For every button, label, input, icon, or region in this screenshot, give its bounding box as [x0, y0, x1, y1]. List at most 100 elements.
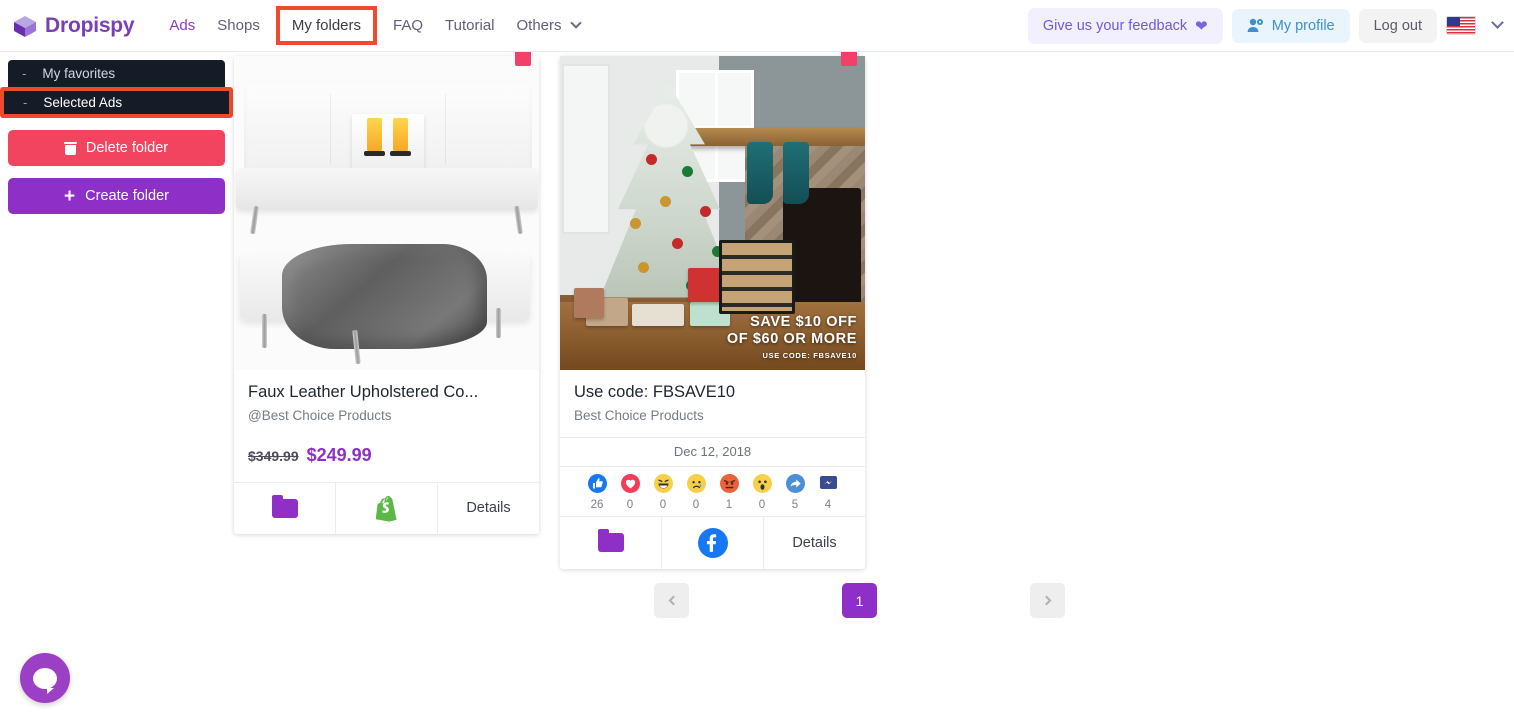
logout-button[interactable]: Log out	[1359, 9, 1437, 43]
bullet-dash: -	[23, 95, 27, 110]
chevron-down-icon	[570, 17, 581, 28]
ad-image-overlay: SAVE $10 OFF OF $60 OR MORE USE CODE: FB…	[727, 314, 857, 360]
logout-label: Log out	[1374, 18, 1422, 34]
chat-bubble-icon	[33, 668, 57, 689]
delete-folder-label: Delete folder	[86, 140, 168, 156]
christmas-illustration: SAVE $10 OFF OF $60 OR MORE USE CODE: FB…	[560, 56, 865, 370]
plus-icon: +	[64, 187, 75, 206]
user-gear-icon	[1247, 18, 1264, 33]
language-chevron-down-icon[interactable]	[1491, 16, 1504, 29]
app-header: Dropispy Ads Shops My folders FAQ Tutori…	[0, 0, 1514, 52]
shopify-link-button[interactable]	[335, 483, 437, 534]
comment-icon	[812, 474, 845, 497]
folder-icon	[598, 533, 624, 552]
share-count: 5	[779, 499, 812, 511]
header-actions: Give us your feedback ❤ My profile Log o…	[1028, 8, 1502, 44]
reaction-angry: 1	[713, 474, 746, 511]
product-image[interactable]	[234, 56, 539, 370]
price-row: $349.99 $249.99	[248, 445, 525, 466]
overlay-line-1: SAVE $10 OFF	[727, 314, 857, 331]
ad-date: Dec 12, 2018	[560, 437, 865, 467]
product-card-actions: Details	[234, 482, 539, 534]
product-shop: @Best Choice Products	[248, 408, 525, 423]
ad-card: SAVE $10 OFF OF $60 OR MORE USE CODE: FB…	[560, 56, 865, 569]
nav-item-my-folders[interactable]: My folders	[280, 10, 373, 41]
sidebar-item-my-favorites[interactable]: - My favorites	[8, 60, 225, 87]
reaction-love: 0	[614, 474, 647, 511]
chat-widget-button[interactable]	[20, 653, 70, 703]
reaction-like: 26	[581, 474, 614, 511]
bullet-dash: -	[22, 66, 26, 81]
brand-name: Dropispy	[45, 14, 134, 38]
results-area: Faux Leather Upholstered Co... @Best Cho…	[234, 56, 1514, 721]
chevron-left-icon	[668, 596, 678, 606]
folder-list: - My favorites - Selected Ads	[8, 60, 225, 118]
ad-page-name: Best Choice Products	[574, 408, 851, 423]
sidebar-item-selected-ads[interactable]: - Selected Ads	[0, 87, 233, 118]
price-old: $349.99	[248, 448, 299, 464]
reaction-haha: 0	[647, 474, 680, 511]
my-profile-button[interactable]: My profile	[1232, 9, 1350, 43]
product-card-body: Faux Leather Upholstered Co... @Best Cho…	[234, 370, 539, 482]
shopify-icon	[374, 494, 399, 522]
wow-icon	[746, 474, 779, 497]
pagination-prev-button[interactable]	[654, 583, 689, 618]
like-count: 26	[581, 499, 614, 511]
cube-logo-icon	[12, 13, 38, 39]
ad-card-body: Use code: FBSAVE10 Best Choice Products	[560, 370, 865, 425]
facebook-link-button[interactable]	[661, 517, 763, 569]
trash-icon	[65, 142, 76, 155]
price-new: $249.99	[307, 445, 372, 466]
pagination-next-button[interactable]	[1030, 583, 1065, 618]
angry-icon	[713, 474, 746, 497]
brand-logo[interactable]: Dropispy	[12, 13, 134, 39]
reaction-share: 5	[779, 474, 812, 511]
nav-item-shops[interactable]: Shops	[206, 11, 271, 40]
add-to-folder-button[interactable]	[234, 483, 335, 534]
angry-count: 1	[713, 499, 746, 511]
chevron-right-icon	[1041, 596, 1051, 606]
details-button[interactable]: Details	[437, 483, 539, 534]
details-button[interactable]: Details	[763, 517, 865, 569]
pagination-page-1[interactable]: 1	[842, 583, 877, 618]
ad-title: Use code: FBSAVE10	[574, 382, 851, 403]
haha-count: 0	[647, 499, 680, 511]
add-to-folder-button[interactable]	[560, 517, 661, 569]
card-grid: Faux Leather Upholstered Co... @Best Cho…	[234, 56, 1514, 569]
create-folder-button[interactable]: + Create folder	[8, 178, 225, 214]
nav-item-others-label: Others	[517, 17, 562, 34]
main-nav: Ads Shops My folders FAQ Tutorial Others	[158, 0, 590, 52]
ad-image[interactable]: SAVE $10 OFF OF $60 OR MORE USE CODE: FB…	[560, 56, 865, 370]
sad-count: 0	[680, 499, 713, 511]
folders-sidebar: - My favorites - Selected Ads Delete fol…	[8, 60, 225, 214]
delete-folder-button[interactable]: Delete folder	[8, 130, 225, 166]
sidebar-item-label: Selected Ads	[43, 95, 122, 110]
nav-item-others[interactable]: Others	[506, 11, 591, 40]
sidebar-item-label: My favorites	[42, 66, 115, 81]
sofa-illustration	[234, 56, 539, 370]
love-icon	[614, 474, 647, 497]
feedback-button[interactable]: Give us your feedback ❤	[1028, 8, 1223, 44]
share-icon	[779, 474, 812, 497]
wow-count: 0	[746, 499, 779, 511]
sad-icon	[680, 474, 713, 497]
product-card: Faux Leather Upholstered Co... @Best Cho…	[234, 56, 539, 534]
reaction-comment: 4	[812, 474, 845, 511]
create-folder-label: Create folder	[85, 188, 169, 204]
reaction-wow: 0	[746, 474, 779, 511]
overlay-line-3: USE CODE: FBSAVE10	[727, 351, 857, 360]
like-icon	[581, 474, 614, 497]
overlay-line-2: OF $60 OR MORE	[727, 331, 857, 348]
heart-icon: ❤	[1195, 17, 1208, 35]
nav-item-ads[interactable]: Ads	[158, 11, 206, 40]
nav-item-faq[interactable]: FAQ	[382, 11, 434, 40]
us-flag-icon[interactable]	[1446, 16, 1476, 35]
reaction-sad: 0	[680, 474, 713, 511]
feedback-label: Give us your feedback	[1043, 18, 1187, 34]
comment-count: 4	[812, 499, 845, 511]
facebook-icon	[698, 528, 728, 558]
reaction-bar: 26 0 0 0	[560, 467, 865, 517]
nav-item-tutorial[interactable]: Tutorial	[434, 11, 505, 40]
haha-icon	[647, 474, 680, 497]
pagination: 1	[654, 583, 1065, 618]
